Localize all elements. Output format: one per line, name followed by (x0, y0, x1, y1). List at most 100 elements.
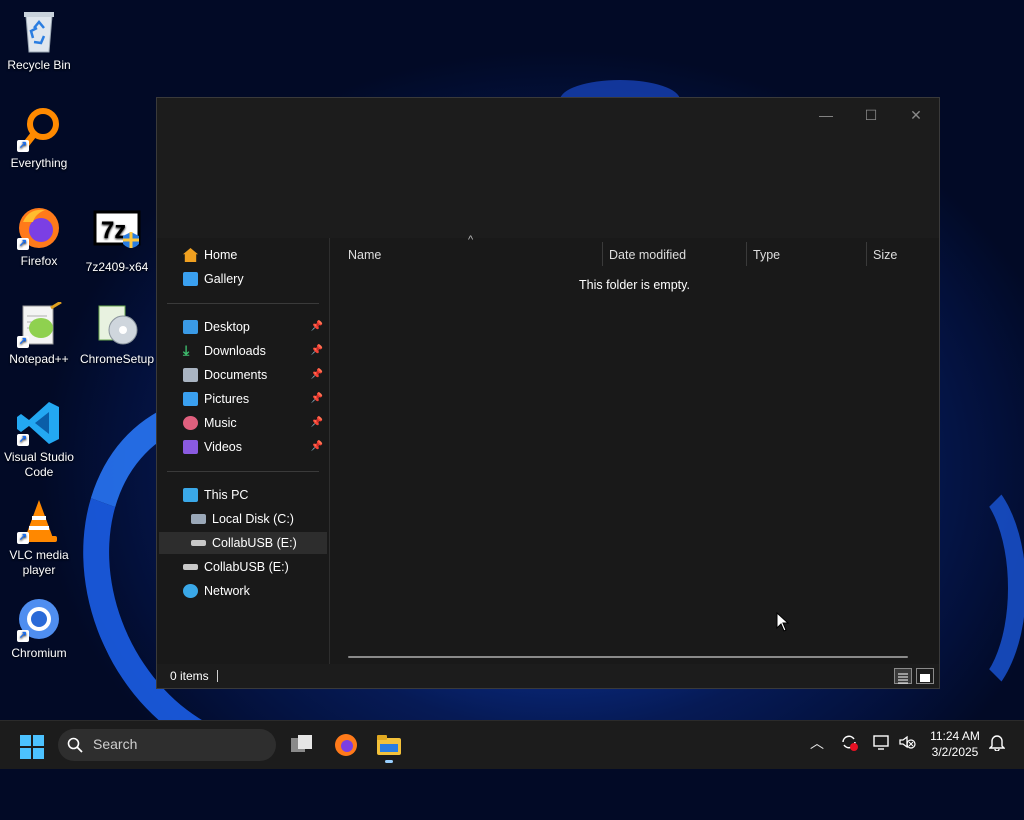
volume-button[interactable] (896, 733, 918, 754)
desktop-folder-icon (183, 320, 198, 334)
column-header-name[interactable]: Name (348, 244, 598, 266)
pin-icon: 📌 (310, 369, 323, 380)
desktop-icon-label: Chromium (11, 646, 67, 660)
pin-icon: 📌 (310, 393, 323, 404)
desktop-icon-label: Recycle Bin (7, 58, 71, 72)
running-indicator (385, 760, 393, 763)
shortcut-arrow-icon: ↗ (17, 140, 29, 152)
desktop-icon-chromesetup[interactable]: ChromeSetup (78, 302, 156, 367)
desktop-icon-7zip[interactable]: 7z 7z2409-x64 (78, 210, 156, 275)
desktop-icon-notepadpp[interactable]: ↗ Notepad++ (0, 300, 78, 367)
downloads-icon: ⤓ (183, 342, 190, 358)
large-icons-view-icon (920, 674, 930, 682)
file-explorer-window[interactable]: — ☐ ✕ Home Gallery Desktop 📌 ⤓ Downloads… (156, 97, 940, 689)
desktop-icon-everything[interactable]: ↗ Everything (0, 106, 78, 171)
documents-icon (183, 368, 198, 382)
column-header-date-modified[interactable]: Date modified (609, 244, 739, 266)
details-view-icon (898, 673, 908, 684)
search-icon (67, 737, 83, 753)
nav-item-collabusb-e-selected[interactable]: CollabUSB (E:) (159, 532, 327, 554)
minimize-button[interactable]: — (804, 102, 848, 128)
usb-drive-icon (183, 564, 198, 570)
network-icon (183, 584, 198, 598)
shortcut-arrow-icon: ↗ (17, 434, 29, 446)
nav-item-pictures[interactable]: Pictures 📌 (159, 388, 327, 410)
nav-item-desktop[interactable]: Desktop 📌 (159, 316, 327, 338)
column-divider[interactable] (602, 242, 603, 266)
nav-item-collabusb-e[interactable]: CollabUSB (E:) (159, 556, 327, 578)
desktop-icon-label: Visual Studio Code (4, 450, 74, 479)
status-divider (217, 670, 218, 682)
shortcut-arrow-icon: ↗ (17, 238, 29, 250)
home-icon (183, 248, 198, 262)
nav-item-documents[interactable]: Documents 📌 (159, 364, 327, 386)
show-hidden-icons-button[interactable]: ︿ (806, 733, 828, 753)
this-pc-icon (183, 488, 198, 502)
7zip-installer-icon: 7z (93, 210, 141, 256)
mouse-cursor-icon (776, 612, 790, 632)
pictures-icon (183, 392, 198, 406)
horizontal-scrollbar[interactable] (348, 656, 908, 658)
divider (167, 303, 319, 304)
details-view-button[interactable] (894, 668, 912, 684)
desktop-icon-recycle-bin[interactable]: Recycle Bin (0, 8, 78, 73)
nav-item-downloads[interactable]: ⤓ Downloads 📌 (159, 340, 327, 362)
music-icon (183, 416, 198, 430)
bell-icon (988, 735, 1006, 752)
sort-ascending-icon: ^ (468, 234, 474, 246)
shortcut-arrow-icon: ↗ (17, 336, 29, 348)
windows-logo-icon (20, 735, 44, 759)
system-clock[interactable]: 11:24 AM 3/2/2025 (920, 728, 990, 760)
column-divider[interactable] (866, 242, 867, 266)
desktop-icon-firefox[interactable]: ↗ Firefox (0, 204, 78, 269)
notepadpp-icon: ↗ (15, 300, 63, 348)
desktop-icon-label: ChromeSetup (79, 352, 155, 366)
column-divider[interactable] (746, 242, 747, 266)
taskbar-file-explorer-button[interactable] (376, 732, 402, 763)
shortcut-arrow-icon: ↗ (17, 630, 29, 642)
notifications-button[interactable] (986, 733, 1008, 754)
taskbar-search-box[interactable]: Search (58, 729, 276, 761)
file-explorer-icon (377, 735, 401, 755)
usb-drive-icon (191, 540, 206, 546)
desktop-icon-chromium[interactable]: ↗ Chromium (0, 596, 78, 661)
network-status-button[interactable] (870, 733, 892, 754)
desktop-icon-label: VLC media player (9, 548, 69, 577)
vlc-icon: ↗ (15, 498, 63, 544)
navigation-pane[interactable]: Home Gallery Desktop 📌 ⤓ Downloads 📌 Doc… (157, 238, 330, 664)
pin-icon: 📌 (310, 417, 323, 428)
nav-item-videos[interactable]: Videos 📌 (159, 436, 327, 458)
file-list-pane[interactable]: Name ^ Date modified Type Size This fold… (330, 234, 939, 664)
volume-muted-icon (899, 735, 916, 749)
chevron-up-icon: ︿ (810, 735, 824, 751)
title-bar[interactable]: — ☐ ✕ (157, 98, 939, 238)
nav-item-home[interactable]: Home (159, 244, 327, 266)
clock-date: 3/2/2025 (931, 745, 979, 759)
column-header-size[interactable]: Size (873, 244, 933, 266)
videos-icon (183, 440, 198, 454)
desktop-icon-vscode[interactable]: ↗ Visual Studio Code (0, 400, 78, 480)
empty-folder-message: This folder is empty. (579, 278, 690, 292)
desktop-icon-label: Notepad++ (9, 352, 69, 366)
task-view-button[interactable] (290, 734, 314, 756)
item-count: 0 items (170, 669, 209, 683)
taskbar: Search ︿ 11:24 AM 3/2/2025 (0, 720, 1024, 769)
column-header-type[interactable]: Type (753, 244, 853, 266)
nav-item-gallery[interactable]: Gallery (159, 268, 327, 290)
nav-item-this-pc[interactable]: This PC (159, 484, 327, 506)
vscode-icon: ↗ (15, 400, 63, 446)
sync-status-button[interactable] (838, 733, 860, 754)
start-button[interactable] (20, 735, 44, 759)
nav-item-music[interactable]: Music 📌 (159, 412, 327, 434)
everything-search-icon: ↗ (15, 106, 63, 152)
pin-icon: 📌 (310, 441, 323, 452)
nav-item-local-disk-c[interactable]: Local Disk (C:) (159, 508, 327, 530)
firefox-icon: ↗ (15, 204, 63, 250)
maximize-button[interactable]: ☐ (849, 102, 893, 128)
large-icons-view-button[interactable] (916, 668, 934, 684)
taskbar-firefox-button[interactable] (333, 732, 359, 758)
nav-item-network[interactable]: Network (159, 580, 327, 602)
sync-alert-icon (842, 735, 858, 751)
desktop-icon-vlc[interactable]: ↗ VLC media player (0, 498, 78, 578)
close-button[interactable]: ✕ (894, 102, 938, 128)
